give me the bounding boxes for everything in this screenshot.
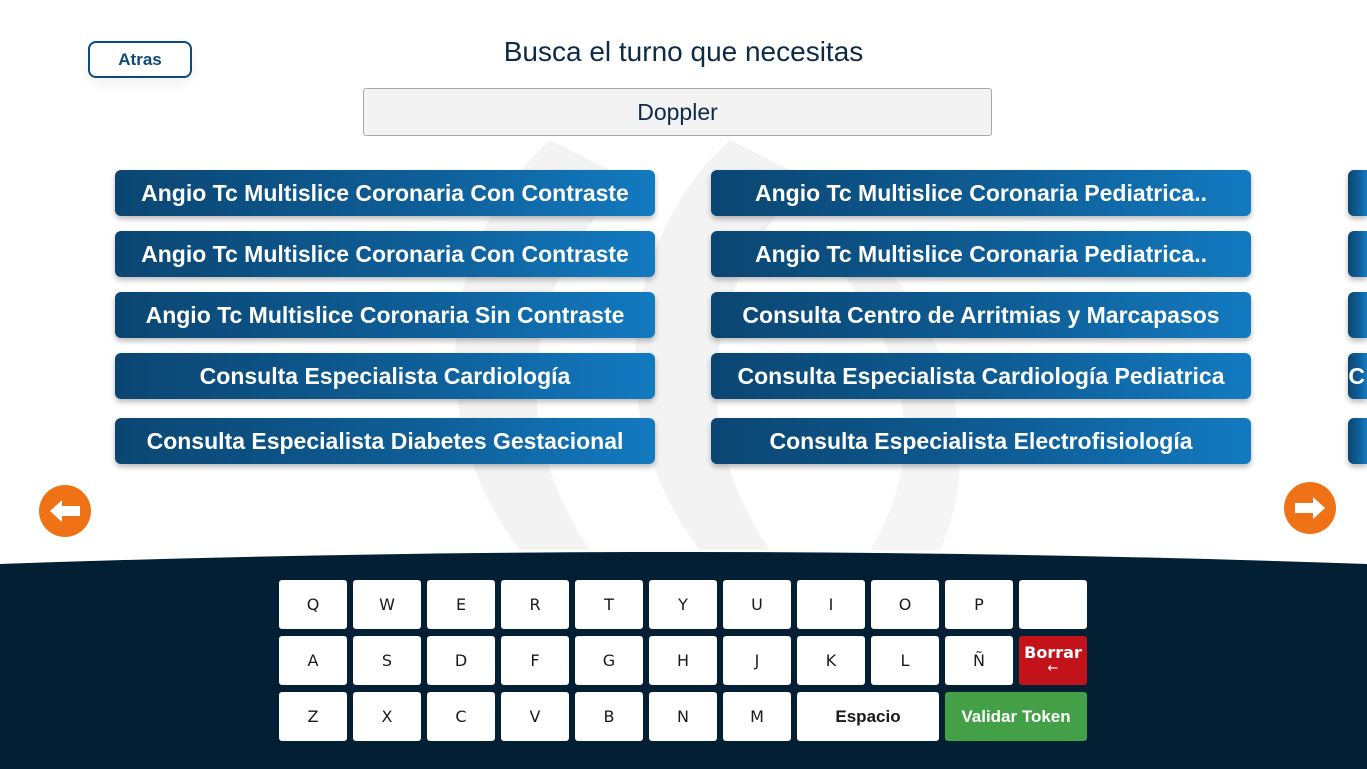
key-v[interactable]: V <box>501 692 569 741</box>
key-g[interactable]: G <box>575 636 643 685</box>
service-button[interactable]: Angio Tc Multislice Coronaria Con Contra… <box>115 170 655 216</box>
key-n[interactable]: N <box>649 692 717 741</box>
service-button-partial[interactable] <box>1348 170 1367 216</box>
arrow-right-icon <box>1295 497 1325 519</box>
service-button[interactable]: Angio Tc Multislice Coronaria Pediatrica… <box>711 231 1251 277</box>
previous-page-button[interactable] <box>39 485 91 537</box>
delete-label: Borrar <box>1024 642 1082 662</box>
key-e[interactable]: E <box>427 580 495 629</box>
delete-button[interactable]: Borrar ← <box>1019 636 1087 685</box>
key-j[interactable]: J <box>723 636 791 685</box>
key-u[interactable]: U <box>723 580 791 629</box>
key-b[interactable]: B <box>575 692 643 741</box>
service-button[interactable]: Consulta Especialista Cardiología Pediat… <box>711 353 1251 399</box>
key-a[interactable]: A <box>279 636 347 685</box>
key-r[interactable]: R <box>501 580 569 629</box>
key-y[interactable]: Y <box>649 580 717 629</box>
key-h[interactable]: H <box>649 636 717 685</box>
search-input[interactable]: Doppler <box>363 88 992 136</box>
service-button[interactable]: Angio Tc Multislice Coronaria Con Contra… <box>115 231 655 277</box>
next-page-button[interactable] <box>1284 482 1336 534</box>
key-t[interactable]: T <box>575 580 643 629</box>
validate-token-button[interactable]: Validar Token <box>945 692 1087 741</box>
service-button-partial[interactable] <box>1348 292 1367 338</box>
service-button[interactable]: Angio Tc Multislice Coronaria Pediatrica… <box>711 170 1251 216</box>
key-blank[interactable] <box>1019 580 1087 629</box>
arrow-left-icon <box>50 500 80 522</box>
key-p[interactable]: P <box>945 580 1013 629</box>
service-button[interactable]: Angio Tc Multislice Coronaria Sin Contra… <box>115 292 655 338</box>
service-button-partial[interactable]: C <box>1348 353 1367 399</box>
key-w[interactable]: W <box>353 580 421 629</box>
key-z[interactable]: Z <box>279 692 347 741</box>
key-q[interactable]: Q <box>279 580 347 629</box>
key-o[interactable]: O <box>871 580 939 629</box>
key-m[interactable]: M <box>723 692 791 741</box>
service-button[interactable]: Consulta Especialista Diabetes Gestacion… <box>115 418 655 464</box>
space-key[interactable]: Espacio <box>797 692 939 741</box>
key-f[interactable]: F <box>501 636 569 685</box>
key-enye[interactable]: Ñ <box>945 636 1013 685</box>
service-button[interactable]: Consulta Centro de Arritmias y Marcapaso… <box>711 292 1251 338</box>
key-l[interactable]: L <box>871 636 939 685</box>
service-button-partial[interactable] <box>1348 231 1367 277</box>
key-c[interactable]: C <box>427 692 495 741</box>
key-s[interactable]: S <box>353 636 421 685</box>
key-d[interactable]: D <box>427 636 495 685</box>
key-i[interactable]: I <box>797 580 865 629</box>
service-button[interactable]: Consulta Especialista Cardiología <box>115 353 655 399</box>
key-x[interactable]: X <box>353 692 421 741</box>
service-button[interactable]: Consulta Especialista Electrofisiología <box>711 418 1251 464</box>
page-title: Busca el turno que necesitas <box>503 36 864 67</box>
key-k[interactable]: K <box>797 636 865 685</box>
backspace-icon: ← <box>1047 660 1059 676</box>
service-button-partial[interactable] <box>1348 418 1367 464</box>
